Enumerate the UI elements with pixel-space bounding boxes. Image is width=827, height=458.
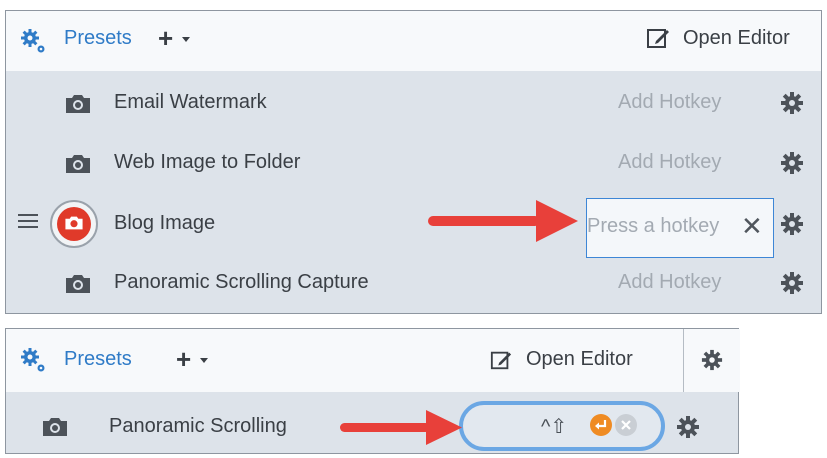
presets-gear-icon (21, 348, 45, 372)
preset-row[interactable]: Email Watermark Add Hotkey (6, 73, 821, 133)
hotkey-input[interactable]: Press a hotkey ✕ (586, 198, 774, 258)
open-editor-button[interactable]: Open Editor (526, 348, 633, 371)
gear-icon[interactable] (780, 212, 804, 236)
add-hotkey-button[interactable]: Add Hotkey (618, 91, 721, 114)
preset-row[interactable]: Web Image to Folder Add Hotkey (6, 133, 821, 193)
annotation-arrow (428, 200, 578, 242)
close-icon (621, 420, 631, 430)
hotkey-modifiers: ^⇧ (541, 416, 568, 438)
gear-icon[interactable] (780, 151, 804, 175)
gear-icon[interactable] (780, 91, 804, 115)
hotkey-input-focused[interactable]: ^⇧ (459, 401, 665, 451)
confirm-hotkey-button[interactable] (590, 414, 612, 436)
camera-icon (43, 418, 67, 436)
capture-button-fill (57, 207, 91, 241)
camera-icon (66, 95, 90, 113)
drag-handle-icon[interactable] (18, 213, 38, 229)
capture-button[interactable] (50, 200, 98, 248)
presets-header: Presets + Open Editor (6, 11, 821, 71)
preset-name: Web Image to Folder (114, 151, 301, 173)
add-preset-button[interactable]: + (158, 23, 173, 54)
gear-icon[interactable] (676, 415, 700, 439)
presets-label[interactable]: Presets (64, 27, 132, 50)
add-preset-button[interactable]: + (176, 344, 191, 375)
edit-icon[interactable] (490, 349, 512, 371)
chevron-down-icon[interactable] (200, 358, 208, 363)
chevron-down-icon[interactable] (182, 37, 190, 42)
presets-label[interactable]: Presets (64, 348, 132, 371)
clear-hotkey-button[interactable] (615, 414, 637, 436)
gear-icon[interactable] (701, 349, 723, 371)
gear-icon[interactable] (780, 271, 804, 295)
add-hotkey-button[interactable]: Add Hotkey (618, 271, 721, 294)
preset-row-active[interactable]: Blog Image Press a hotkey ✕ (6, 191, 821, 258)
preset-name: Email Watermark (114, 91, 267, 113)
enter-icon (595, 420, 607, 430)
preset-name: Panoramic Scrolling (109, 415, 287, 437)
annotation-arrow (340, 410, 462, 445)
camera-icon (65, 216, 83, 230)
camera-icon (66, 155, 90, 173)
preset-name: Blog Image (114, 212, 216, 234)
preset-row[interactable]: Panoramic Scrolling Capture Add Hotkey (6, 253, 821, 313)
presets-panel-top: Presets + Open Editor Email Watermark Ad… (5, 10, 822, 314)
presets-gear-icon (21, 29, 45, 53)
camera-icon (66, 275, 90, 293)
edit-icon[interactable] (646, 26, 670, 50)
hotkey-placeholder: Press a hotkey (587, 215, 720, 237)
presets-header: Presets + Open Editor (6, 329, 740, 392)
close-icon[interactable]: ✕ (741, 211, 763, 242)
open-editor-button[interactable]: Open Editor (683, 27, 790, 50)
settings-cell[interactable] (683, 329, 740, 392)
preset-name: Panoramic Scrolling Capture (114, 271, 369, 293)
add-hotkey-button[interactable]: Add Hotkey (618, 151, 721, 174)
